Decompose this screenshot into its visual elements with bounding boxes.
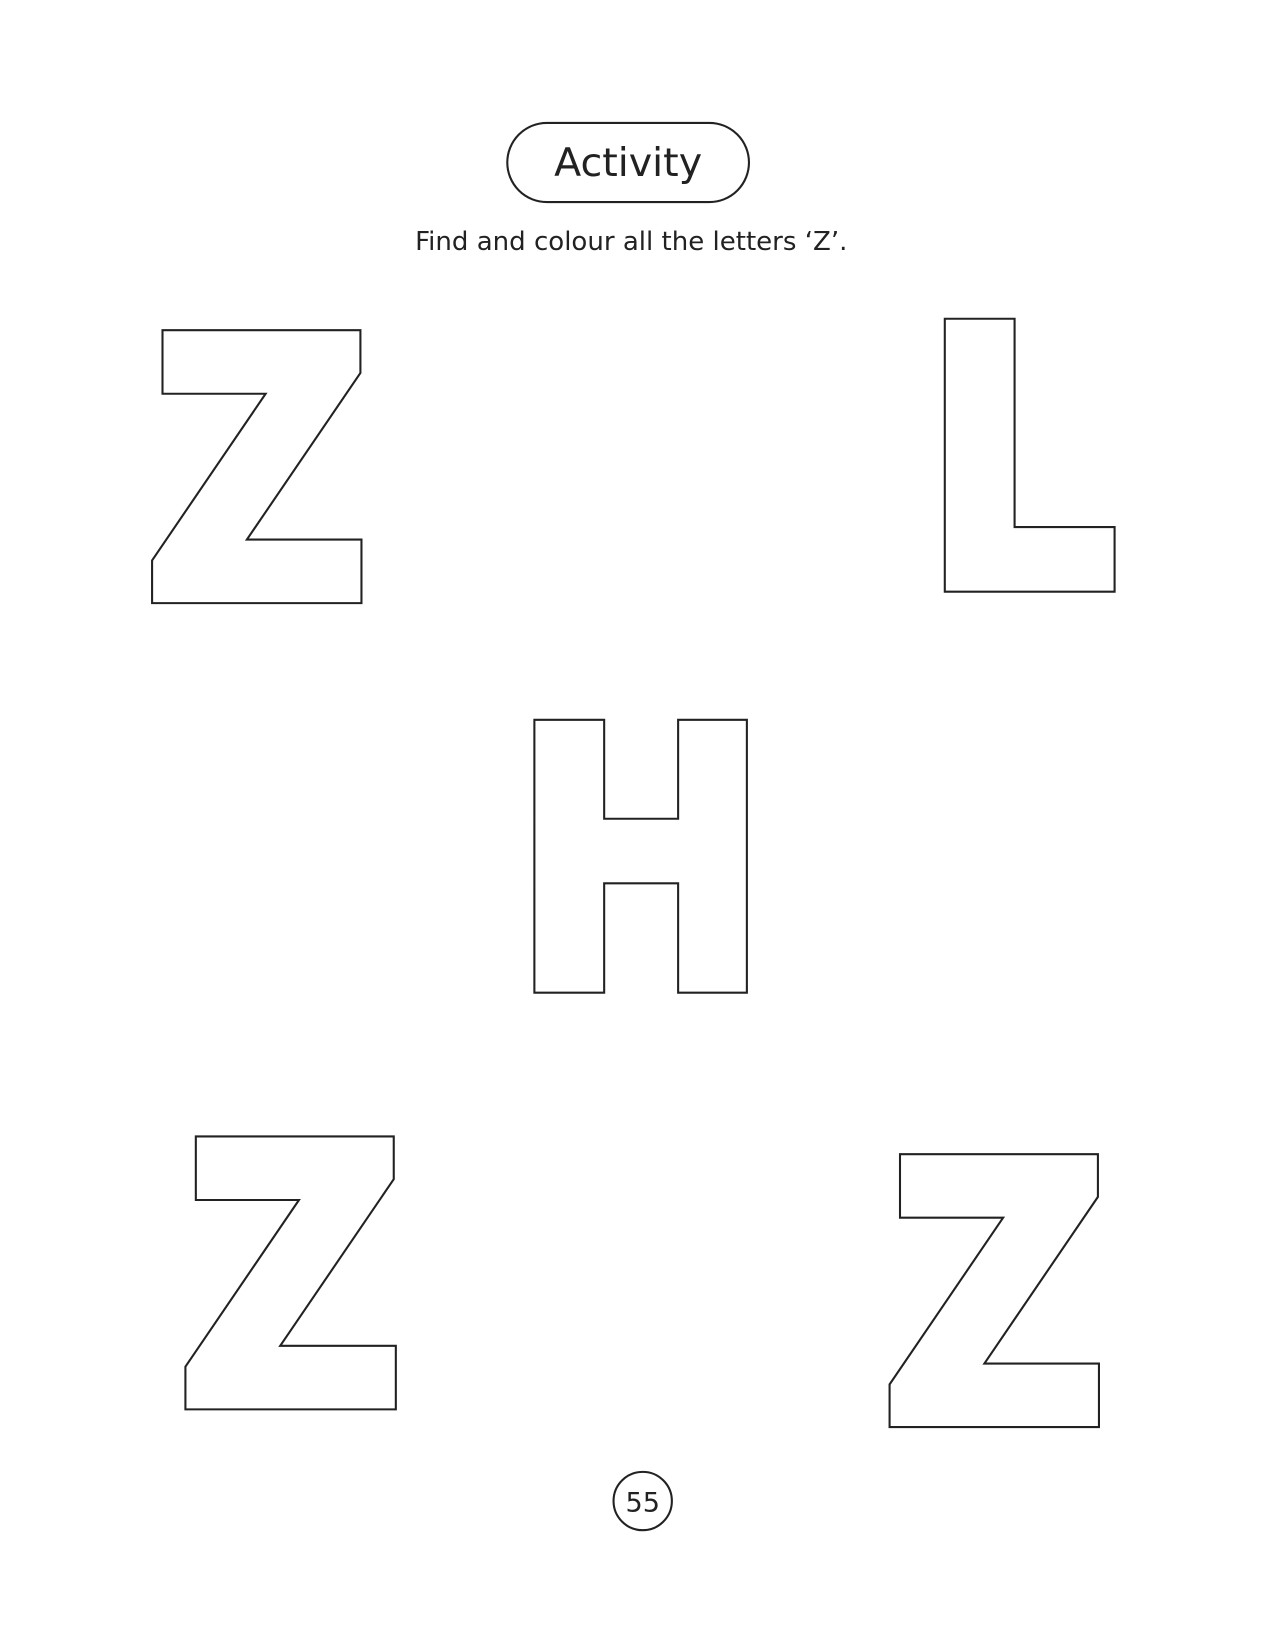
letter-l-outline[interactable] [943, 317, 1116, 593]
activity-title: Activity [554, 140, 702, 186]
page-number: 55 [625, 1487, 659, 1518]
page-number-badge: 55 [612, 1470, 673, 1532]
instruction-text: Find and colour all the letters ‘Z’. [415, 227, 847, 257]
letter-z-outline-top-left[interactable] [151, 329, 363, 605]
letter-z-outline-bottom-left[interactable] [184, 1135, 397, 1411]
worksheet-page: Activity Find and colour all the letters… [151, 121, 1116, 1532]
letter-z-outline-bottom-right[interactable] [888, 1153, 1100, 1429]
letter-h-outline[interactable] [533, 718, 748, 994]
activity-title-badge: Activity [506, 121, 750, 204]
